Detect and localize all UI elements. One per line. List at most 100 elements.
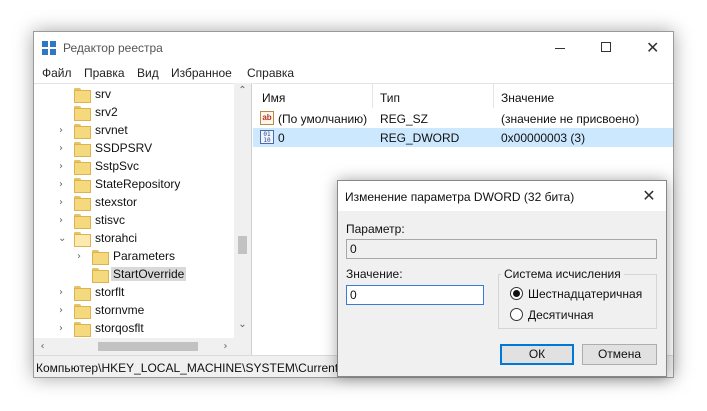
- binary-value-icon: 01 10: [260, 130, 274, 144]
- expand-chevron-icon[interactable]: ›: [59, 161, 63, 172]
- folder-icon: [74, 160, 91, 175]
- expand-chevron-icon[interactable]: ›: [59, 305, 63, 316]
- expand-chevron-icon[interactable]: ›: [59, 215, 63, 226]
- tree-item[interactable]: ⌄ storahci: [34, 230, 234, 248]
- tree-item[interactable]: › SstpSvc: [34, 158, 234, 176]
- expand-chevron-icon[interactable]: ›: [59, 179, 63, 190]
- tree-scroll-thumb[interactable]: [238, 236, 247, 254]
- tree-item-label: srvnet: [95, 123, 128, 137]
- scroll-down-arrow-icon[interactable]: ⌄: [234, 319, 251, 336]
- cancel-button[interactable]: Отмена: [582, 344, 657, 365]
- value-label: Значение:: [346, 267, 403, 281]
- ok-button[interactable]: ОК: [500, 344, 574, 365]
- tree-item[interactable]: › SSDPSRV: [34, 140, 234, 158]
- expand-chevron-icon[interactable]: ›: [59, 125, 63, 136]
- value-name: 0: [278, 131, 285, 145]
- tree-item[interactable]: › stornvme: [34, 302, 234, 320]
- registry-tree: srv srv2 › srvnet › SSDPSRV › SstpSvc › …: [34, 83, 252, 338]
- tree-horizontal-scrollbar[interactable]: ‹ ›: [34, 338, 252, 355]
- close-icon: ✕: [642, 186, 656, 205]
- column-header-name[interactable]: Имя: [262, 91, 285, 105]
- dialog-title-bar: Изменение параметра DWORD (32 бита) ✕: [338, 181, 666, 211]
- title-bar: Редактор реестра ✕: [34, 32, 673, 63]
- registry-editor-icon: [42, 41, 56, 55]
- menu-file[interactable]: Файл: [42, 66, 72, 80]
- tree-item-selected[interactable]: StartOverride: [34, 266, 234, 284]
- folder-icon: [74, 142, 91, 157]
- expand-chevron-icon[interactable]: ›: [59, 323, 63, 334]
- folder-icon: [74, 178, 91, 193]
- expand-chevron-icon[interactable]: ›: [59, 197, 63, 208]
- list-row[interactable]: ab (По умолчанию) REG_SZ (значение не пр…: [253, 109, 673, 128]
- tree-item-label: StartOverride: [111, 267, 187, 281]
- menu-view[interactable]: Вид: [137, 66, 159, 80]
- menu-help[interactable]: Справка: [247, 66, 294, 80]
- value-data: (значение не присвоено): [501, 112, 640, 126]
- list-row-selected[interactable]: 01 10 0 REG_DWORD 0x00000003 (3): [253, 128, 673, 147]
- tree-item-label: stisvc: [95, 213, 125, 227]
- scroll-left-arrow-icon[interactable]: ‹: [34, 338, 51, 355]
- minimize-icon: [555, 48, 565, 49]
- tree-item-label: SSDPSRV: [95, 141, 153, 155]
- value-data-input[interactable]: 0: [346, 285, 484, 305]
- radio-hexadecimal[interactable]: [510, 287, 523, 300]
- expand-chevron-icon[interactable]: ›: [59, 143, 63, 154]
- tree-item[interactable]: srv: [34, 86, 234, 104]
- value-type: REG_SZ: [380, 112, 429, 126]
- open-folder-icon: [74, 232, 91, 247]
- collapse-chevron-icon[interactable]: ⌄: [58, 233, 66, 244]
- tree-item[interactable]: › Parameters: [34, 248, 234, 266]
- folder-icon: [92, 250, 109, 265]
- dialog-close-button[interactable]: ✕: [632, 181, 666, 211]
- dialog-title: Изменение параметра DWORD (32 бита): [345, 190, 575, 204]
- edit-dword-dialog: Изменение параметра DWORD (32 бита) ✕ Па…: [337, 180, 667, 377]
- status-path: Компьютер\HKEY_LOCAL_MACHINE\SYSTEM\Curr…: [36, 361, 347, 375]
- parameter-label: Параметр:: [346, 222, 405, 236]
- menu-edit[interactable]: Правка: [84, 66, 125, 80]
- window-title: Редактор реестра: [63, 41, 163, 55]
- close-icon: ✕: [646, 38, 660, 57]
- tree-vertical-scrollbar[interactable]: ⌃ ⌄: [234, 83, 251, 338]
- maximize-button[interactable]: [583, 32, 629, 63]
- folder-icon: [74, 304, 91, 319]
- minimize-button[interactable]: [537, 32, 583, 63]
- expand-chevron-icon[interactable]: ›: [77, 251, 81, 262]
- tree-item[interactable]: › stisvc: [34, 212, 234, 230]
- number-base-legend: Система исчисления: [501, 267, 624, 281]
- column-separator[interactable]: [372, 84, 373, 108]
- tree-item[interactable]: › storflt: [34, 284, 234, 302]
- column-header-value[interactable]: Значение: [501, 91, 554, 105]
- folder-icon: [74, 124, 91, 139]
- folder-icon: [74, 322, 91, 337]
- tree-item-label: SstpSvc: [95, 159, 140, 173]
- tree-item-label: srv: [95, 87, 111, 101]
- column-header-type[interactable]: Тип: [380, 91, 400, 105]
- folder-icon: [92, 268, 109, 283]
- value-data: 0x00000003 (3): [501, 131, 586, 145]
- tree-item[interactable]: › srvnet: [34, 122, 234, 140]
- close-button[interactable]: ✕: [629, 32, 673, 63]
- folder-icon: [74, 88, 91, 103]
- string-value-icon: ab: [260, 111, 274, 125]
- radio-decimal[interactable]: [510, 308, 523, 321]
- radio-decimal-label[interactable]: Десятичная: [528, 308, 594, 322]
- tree-hscroll-thumb[interactable]: [98, 342, 198, 351]
- radio-hexadecimal-label[interactable]: Шестнадцатеричная: [528, 287, 642, 301]
- folder-icon: [74, 286, 91, 301]
- menu-favorites[interactable]: Избранное: [171, 66, 232, 80]
- tree-item-label: srv2: [95, 105, 118, 119]
- column-separator[interactable]: [493, 84, 494, 108]
- tree-item-label: storahci: [95, 231, 138, 245]
- tree-item-label: stexstor: [95, 195, 138, 209]
- menu-bar: Файл Правка Вид Избранное Справка: [34, 63, 673, 83]
- scroll-up-arrow-icon[interactable]: ⌃: [234, 85, 251, 102]
- tree-item[interactable]: › storqosflt: [34, 320, 234, 338]
- tree-item[interactable]: › stexstor: [34, 194, 234, 212]
- scroll-right-arrow-icon[interactable]: ›: [217, 338, 234, 355]
- expand-chevron-icon[interactable]: ›: [59, 287, 63, 298]
- tree-item-label: StateRepository: [95, 177, 181, 191]
- tree-item[interactable]: › StateRepository: [34, 176, 234, 194]
- value-type: REG_DWORD: [380, 131, 460, 145]
- tree-item[interactable]: srv2: [34, 104, 234, 122]
- folder-icon: [74, 196, 91, 211]
